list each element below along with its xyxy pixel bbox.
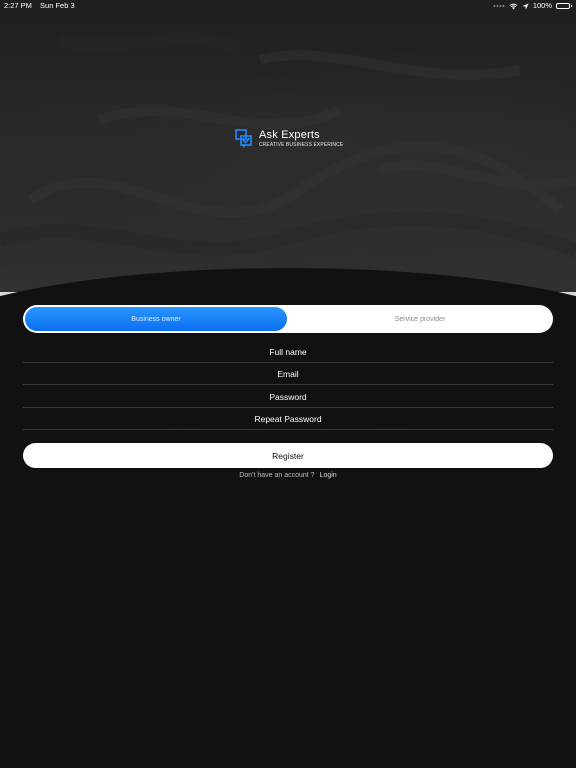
wifi-icon: [509, 3, 518, 10]
battery-percent: 100%: [532, 1, 552, 10]
signal-dots-icon: [493, 4, 505, 8]
password-field[interactable]: [23, 386, 553, 407]
full-name-row: [23, 341, 553, 363]
email-field[interactable]: [23, 363, 553, 384]
abstract-texture: [0, 31, 576, 257]
chat-check-icon: [235, 129, 253, 149]
status-date: Sun Feb 3: [40, 1, 75, 10]
repeat-password-row: [23, 408, 553, 430]
app-logo: Ask Experts CREATIVE BUSINESS EXPERINCE: [235, 129, 343, 149]
register-screen: 2:27 PM Sun Feb 3 100% Ask Experts CREAT…: [0, 0, 576, 768]
segment-business-owner[interactable]: Business owner: [25, 307, 287, 331]
repeat-password-field[interactable]: [23, 408, 553, 429]
login-link[interactable]: Login: [320, 472, 337, 479]
location-arrow-icon: [522, 2, 529, 10]
login-prompt: Don't have an account ? Login: [0, 472, 576, 479]
status-bar: 2:27 PM Sun Feb 3 100%: [0, 0, 576, 12]
no-account-text: Don't have an account ?: [239, 472, 315, 479]
password-row: [23, 386, 553, 408]
status-time: 2:27 PM: [4, 1, 32, 10]
account-type-segment: Business owner Service provider: [23, 305, 553, 333]
full-name-field[interactable]: [23, 341, 553, 362]
email-row: [23, 363, 553, 385]
register-button[interactable]: Register: [23, 443, 553, 468]
hero-background: [0, 0, 576, 300]
app-title: Ask Experts: [259, 129, 320, 141]
app-tagline: CREATIVE BUSINESS EXPERINCE: [259, 142, 344, 148]
battery-icon: [556, 3, 572, 9]
segment-service-provider[interactable]: Service provider: [289, 307, 551, 331]
